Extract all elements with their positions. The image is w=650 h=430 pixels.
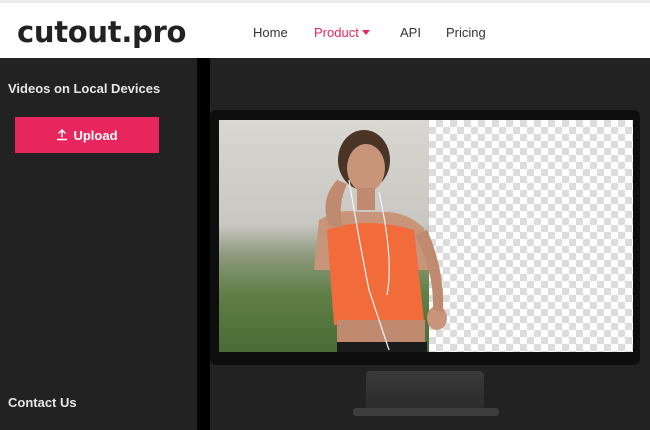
caret-down-icon: [361, 30, 370, 36]
contact-us-link[interactable]: Contact Us: [8, 395, 77, 410]
nav-product-label: Product: [314, 25, 359, 40]
video-preview-screen: [219, 120, 633, 352]
monitor-stand: [366, 371, 484, 408]
preview-area: [210, 58, 650, 430]
nav-home[interactable]: Home: [253, 25, 288, 40]
page: cutout.pro Home Product API Pricing Vide…: [0, 0, 650, 430]
sidebar-divider: [197, 58, 210, 430]
woman-running-figure: [314, 130, 447, 352]
upload-button-label: Upload: [73, 127, 118, 143]
nav-api[interactable]: API: [400, 25, 421, 40]
section-title: Videos on Local Devices: [8, 81, 161, 96]
upload-arrow-icon: [57, 129, 68, 141]
site-header: cutout.pro Home Product API Pricing: [0, 0, 650, 58]
sidebar: Videos on Local Devices Upload Contact U…: [0, 58, 197, 430]
monitor-base: [353, 408, 499, 416]
cutout-pro-logo[interactable]: cutout.pro: [17, 15, 186, 49]
nav-pricing[interactable]: Pricing: [446, 25, 486, 40]
monitor-icon: [210, 110, 640, 365]
nav-product[interactable]: Product: [314, 25, 370, 40]
upload-button[interactable]: Upload: [15, 117, 159, 153]
